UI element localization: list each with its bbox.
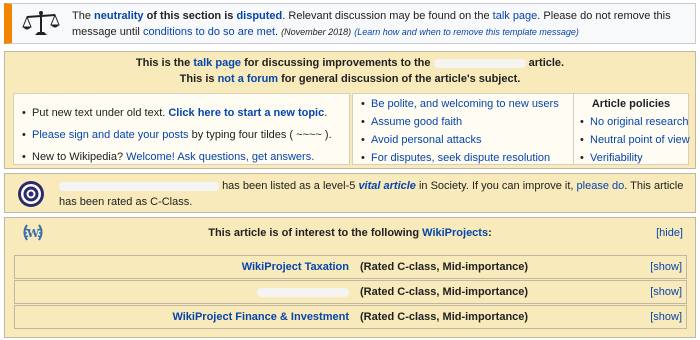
talk-header-text: for discussing improvements to the [241,57,434,69]
conditions-link[interactable]: conditions to do so are met [143,26,275,38]
no-original-research-link[interactable]: No original research [590,116,688,128]
list-item: Avoid personal attacks [361,131,575,149]
instruction-text: Put new text under old text. [32,107,169,119]
scales-icon [22,11,60,35]
neutral-point-of-view-link[interactable]: Neutral point of view [590,134,690,146]
behavior-guidelines-pane: Be polite, and welcoming to new users As… [352,93,576,167]
show-toggle[interactable]: [show] [650,311,682,323]
redacted-article-name [59,181,219,191]
verifiability-link[interactable]: Verifiability [590,152,643,164]
dispute-text: The [72,10,95,22]
list-item: Assume good faith [361,113,575,131]
instruction-text: New to Wikipedia? [32,151,127,163]
talk-header-text: This is the [135,57,194,69]
disputed-link[interactable]: disputed [236,10,282,22]
talk-header-text: This is [179,73,218,85]
instruction-text: by typing four tildes ( ~~~~ ). [188,129,332,141]
list-item: Verifiability [580,149,688,167]
be-polite-link[interactable]: Be polite, and welcoming to new users [371,98,559,110]
wikiproject-row: (Rated C-class, Mid-importance) [show] [14,280,687,304]
list-item: Put new text under old text. Click here … [22,102,349,124]
article-policies-pane: Article policies No original research Ne… [573,93,690,167]
dispute-text: . Relevant discussion may be found on th… [282,10,493,22]
assume-good-faith-link[interactable]: Assume good faith [371,116,462,128]
vital-text: in Society. If you can improve it, [415,180,577,192]
avoid-personal-attacks-link[interactable]: Avoid personal attacks [371,134,481,146]
wikiproject-taxation-link[interactable]: WikiProject Taxation [242,261,349,273]
redacted-article-name [433,58,526,68]
talk-guidelines-box: Put new text under old text. Click here … [4,89,696,169]
talk-page-header: This is the talk page for discussing imp… [4,51,696,89]
list-item: Neutral point of view [580,131,690,149]
target-icon [18,181,44,207]
talk-header-text: for general discussion of the article's … [278,73,521,85]
learn-how-link[interactable]: (Learn how and when to remove this templ… [354,27,579,37]
please-do-link[interactable]: please do [577,180,625,192]
wikiprojects-banner: W This article is of interest to the fol… [4,217,696,338]
vital-article-link[interactable]: vital article [358,180,415,192]
not-a-forum-link[interactable]: not a forum [218,73,279,85]
wikiproject-rating: (Rated C-class, Mid-importance) [360,286,529,298]
show-toggle[interactable]: [show] [650,286,682,298]
talk-page-link[interactable]: talk page [193,57,241,69]
dispute-talk-page-link[interactable]: talk page [493,10,538,22]
neutrality-link[interactable]: neutrality [94,10,144,22]
list-item: For disputes, seek dispute resolution [361,149,575,167]
ask-questions-link[interactable]: Ask questions, get answers. [177,151,314,163]
wikiproject-row: WikiProject Taxation (Rated C-class, Mid… [14,255,687,279]
vital-article-message: has been listed as a level-5 vital artic… [59,178,687,210]
dispute-text: . [275,26,279,38]
talk-instructions-pane: Put new text under old text. Click here … [13,93,350,168]
wikiproject-row: WikiProject Finance & Investment (Rated … [14,305,687,329]
redacted-wikiproject-name [257,287,349,297]
wikiproject-rating: (Rated C-class, Mid-importance) [360,311,529,323]
vital-text: has been listed as a level-5 [222,180,359,192]
wikiproject-finance-link[interactable]: WikiProject Finance & Investment [172,311,349,323]
dispute-resolution-link[interactable]: For disputes, seek dispute resolution [371,152,550,164]
show-toggle[interactable]: [show] [650,261,682,273]
dispute-date: (November 2018) [281,27,352,37]
sign-posts-link[interactable]: Please sign and date your posts [32,129,189,141]
talk-header-line1: This is the talk page for discussing imp… [5,55,695,71]
wikiprojects-header: This article is of interest to the follo… [5,227,695,239]
list-item: No original research [580,113,688,131]
dispute-message: The neutrality of this section is disput… [72,8,687,40]
list-item: Please sign and date your posts by typin… [22,124,349,146]
article-policies-title: Article policies [591,98,671,110]
list-item: Be polite, and welcoming to new users [361,95,575,113]
wikiprojects-link[interactable]: WikiProjects [422,227,488,239]
instruction-text: . [324,107,328,119]
vital-article-banner: has been listed as a level-5 vital artic… [4,173,696,213]
list-item: New to Wikipedia? Welcome! Ask questions… [22,146,349,168]
wikiprojects-header-text: This article is of interest to the follo… [208,227,423,239]
new-topic-link[interactable]: Click here to start a new topic [168,107,324,119]
wikiprojects-header-text: : [488,227,492,239]
welcome-link[interactable]: Welcome! [126,151,175,163]
dispute-text: of this section is [143,10,237,22]
talk-header-text: article. [525,57,565,69]
talk-header-line2: This is not a forum for general discussi… [5,71,695,87]
hide-toggle[interactable]: [hide] [656,227,683,239]
wikiproject-rating: (Rated C-class, Mid-importance) [360,261,529,273]
neutrality-dispute-banner: The neutrality of this section is disput… [4,3,696,44]
